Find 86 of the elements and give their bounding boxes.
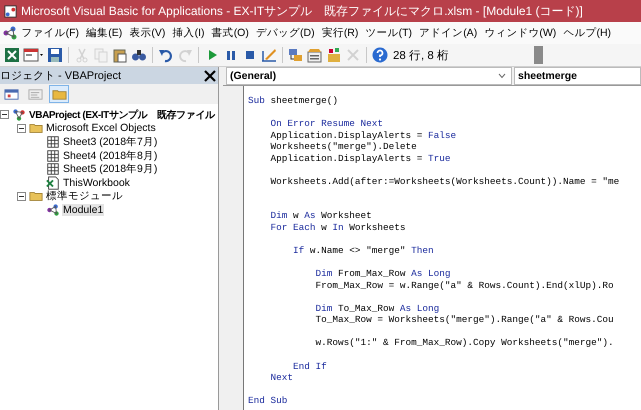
code-text: Application.DisplayAlerts = — [270, 130, 424, 141]
excel-icon[interactable] — [4, 47, 20, 63]
code-text: Worksheets — [348, 222, 406, 234]
form-icon — [4, 86, 18, 102]
design-icon[interactable] — [261, 47, 277, 63]
code-text: Worksheets.Add(after:=Worksheets(Worksheets.Count)).Name = "me — [270, 176, 620, 187]
code-text: w.Name <> "merge" — [308, 245, 407, 256]
insert-form-icon[interactable] — [23, 47, 44, 63]
cursor-position: 28 行, 8 桁 — [393, 48, 449, 62]
code-text: w — [292, 210, 300, 222]
code-keyword: Dim — [314, 302, 332, 314]
tree-item[interactable]: Microsoft Excel Objects — [45, 122, 157, 134]
tree-item[interactable]: VBAProject (EX-ITサンプル 既存ファイル — [28, 108, 216, 122]
object-dropdown[interactable]: (General) — [226, 67, 512, 85]
project-icon — [12, 108, 26, 122]
paste-icon[interactable] — [112, 47, 128, 63]
tree-item[interactable]: Sheet5 (2018年9月) — [62, 162, 158, 176]
code-text: From_Max_Row — [337, 268, 407, 280]
code-keyword: End If — [292, 360, 327, 372]
collapse-toggle-icon[interactable] — [17, 192, 26, 201]
toolbar-grip[interactable] — [534, 46, 543, 64]
folder-icon — [29, 189, 43, 204]
code-keyword: Then — [411, 245, 434, 256]
menu-item[interactable]: デバッグ(D) — [252, 24, 318, 42]
code-text: To_Max_Row = Worksheets("merge").Range("a" & Rows.Cou — [314, 314, 614, 326]
code-text: sheetmerge() — [270, 95, 338, 106]
code-text: w.Rows("1:" & From_Max_Row).Copy Worksheets("merge"). — [314, 337, 614, 348]
code-text: From_Max_Row = w.Range("a" & Rows.Count).End(xlUp).Ro — [314, 280, 614, 291]
code-keyword: As — [304, 210, 316, 222]
tree-item[interactable]: 標準モジュール — [45, 189, 124, 204]
menu-item[interactable]: 書式(O) — [208, 24, 252, 42]
window-title: Microsoft Visual Basic for Applications - EX-ITサンプル 既存ファイルにマクロ.xlsm - [Module1 (コード)] — [21, 2, 583, 20]
code-keyword: As Long — [411, 268, 451, 280]
code-text: Worksheets("merge").Delete — [270, 141, 417, 152]
vba-menu-icon[interactable] — [2, 25, 18, 41]
code-keyword: In — [332, 222, 344, 234]
properties-icon[interactable] — [307, 47, 323, 63]
code-text: Worksheet — [320, 210, 372, 222]
menu-item[interactable]: 実行(R) — [318, 24, 362, 42]
folder-icon — [29, 121, 43, 136]
app-icon — [3, 4, 18, 18]
code-keyword: For Each — [270, 222, 316, 234]
code-keyword: True — [428, 152, 451, 164]
procedure-dropdown[interactable]: sheetmerge — [514, 67, 641, 85]
code-keyword: Dim — [270, 210, 288, 222]
code-text: Application.DisplayAlerts = — [270, 152, 424, 164]
tree-item[interactable]: ThisWorkbook — [62, 176, 131, 189]
code-text: w — [320, 222, 328, 234]
menu-item[interactable]: アドイン(A) — [416, 24, 481, 42]
code-icon — [28, 86, 42, 102]
tree-item[interactable]: Sheet3 (2018年7月) — [62, 134, 158, 149]
code-keyword: False — [428, 130, 456, 141]
menu-item[interactable]: 編集(E) — [82, 24, 126, 42]
undo-icon[interactable] — [158, 47, 174, 63]
sheet-icon — [46, 134, 60, 149]
menu-item[interactable]: ファイル(F) — [18, 24, 83, 42]
menu-item[interactable]: 挿入(I) — [168, 24, 208, 42]
collapse-toggle-icon[interactable] — [0, 110, 9, 120]
code-keyword: Next — [270, 372, 294, 384]
code-keyword: If — [292, 245, 304, 256]
module-icon — [46, 202, 60, 217]
object-browser-icon[interactable] — [326, 47, 342, 63]
close-icon[interactable] — [203, 68, 217, 82]
toggle-folders-button[interactable] — [49, 85, 69, 103]
project-explorer-icon[interactable] — [288, 47, 304, 63]
menu-item[interactable]: ウィンドウ(W) — [480, 24, 560, 42]
menu-item[interactable]: ヘルプ(H) — [560, 24, 615, 42]
code-keyword: As Long — [400, 302, 440, 314]
code-text: To_Max_Row — [337, 302, 396, 314]
help-icon[interactable] — [372, 47, 388, 63]
panel-title: ロジェクト - VBAProject — [0, 69, 122, 83]
menu-item[interactable]: 表示(V) — [126, 24, 169, 42]
workbook-icon — [46, 176, 60, 190]
save-icon[interactable] — [47, 47, 63, 63]
find-icon[interactable] — [131, 47, 147, 63]
code-keyword: On Error Resume Next — [270, 118, 384, 130]
code-keyword: Dim — [314, 268, 332, 280]
tree-item[interactable]: Module1 — [62, 204, 104, 216]
collapse-toggle-icon[interactable] — [17, 124, 26, 133]
code-keyword: Sub — [248, 95, 265, 106]
code-keyword: End Sub — [248, 395, 288, 406]
sheet-icon — [46, 162, 60, 176]
caret-icon — [498, 73, 506, 79]
sheet-icon — [46, 148, 60, 163]
menu-item[interactable]: ツール(T) — [362, 24, 416, 42]
tree-item[interactable]: Sheet4 (2018年8月) — [62, 148, 158, 163]
